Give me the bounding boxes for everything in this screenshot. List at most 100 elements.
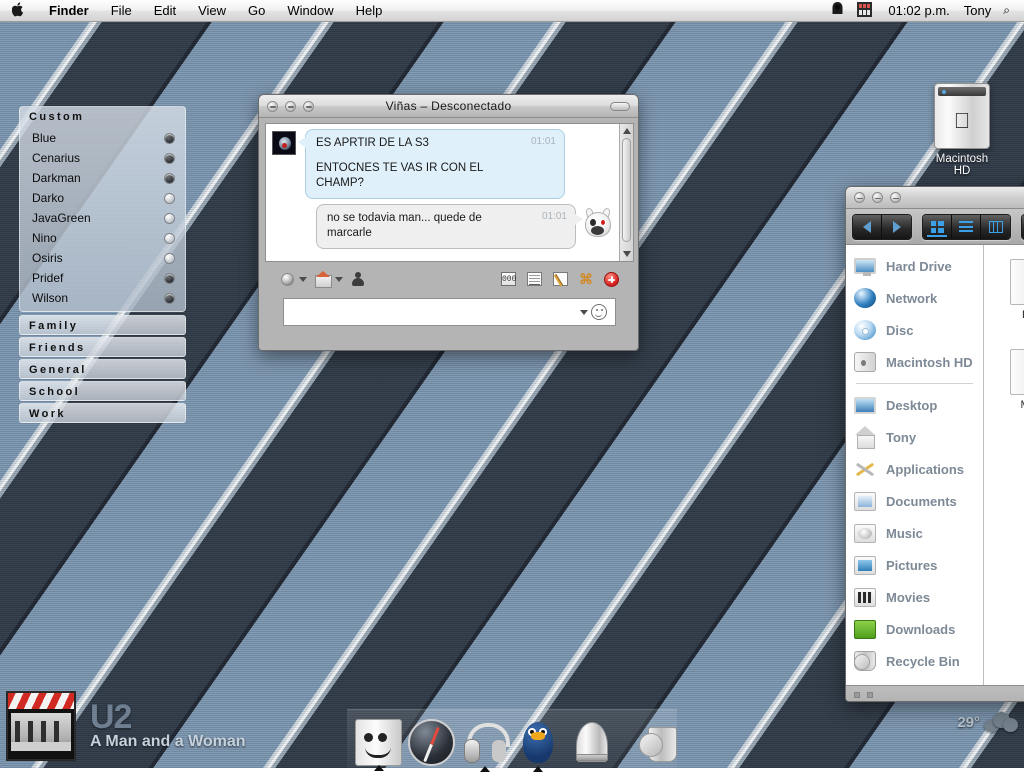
menu-item-finder[interactable]: Finder	[38, 2, 100, 20]
buddy-row[interactable]: JavaGreen	[20, 208, 185, 228]
buddy-row[interactable]: Osiris	[20, 248, 185, 268]
grid-app-menu-icon[interactable]	[857, 2, 872, 20]
sidebar-item-recycle-bin[interactable]: Recycle Bin	[846, 645, 983, 677]
sidebar-item-pictures[interactable]: Pictures	[846, 549, 983, 581]
message-line: no se todavia man... quede de marcarle	[327, 211, 522, 241]
finder-window[interactable]: Hard Drive Network Disc Macintosh HD Des…	[845, 186, 1024, 702]
chevron-down-icon[interactable]	[335, 277, 343, 282]
add-red-button[interactable]	[604, 272, 619, 287]
status-dot-icon[interactable]	[281, 273, 294, 286]
back-button[interactable]	[853, 215, 882, 239]
buddy-row[interactable]: Darkman	[20, 168, 185, 188]
sidebar-item-label: Applications	[886, 462, 964, 477]
scroll-up-icon[interactable]	[623, 128, 631, 134]
person-icon[interactable]	[351, 272, 364, 286]
sidebar-item-tony[interactable]: Tony	[846, 421, 983, 453]
chat-input-field[interactable]	[283, 298, 616, 326]
buddy-name: Cenarius	[32, 151, 164, 165]
buddy-group-label-custom[interactable]: Custom	[20, 107, 185, 128]
menu-bar-user[interactable]: Tony	[964, 3, 991, 18]
menu-item-go[interactable]: Go	[237, 2, 276, 20]
house-icon[interactable]	[315, 272, 330, 286]
buddy-group-general[interactable]: General	[19, 359, 186, 379]
toolbar-toggle-button[interactable]	[610, 102, 630, 111]
buddy-row[interactable]: Cenarius	[20, 148, 185, 168]
dock-item-itunes[interactable]	[461, 719, 508, 766]
list-view-button[interactable]	[952, 215, 981, 239]
sidebar-item-downloads[interactable]: Downloads	[846, 613, 983, 645]
hooded-figure-menu-icon[interactable]	[830, 1, 845, 20]
scroll-down-icon[interactable]	[623, 251, 631, 257]
buddy-status-dot	[164, 173, 175, 184]
buddy-group-custom[interactable]: Custom Blue Cenarius Darkman Darko JavaG…	[19, 106, 186, 312]
menu-bar-clock[interactable]: 01:02 p.m.	[888, 3, 949, 18]
menu-item-view[interactable]: View	[187, 2, 237, 20]
cloudy-icon	[984, 712, 1018, 732]
file-item[interactable]: Do	[984, 259, 1024, 321]
finder-titlebar[interactable]	[846, 187, 1024, 209]
buddy-group-school[interactable]: School	[19, 381, 186, 401]
chevron-down-icon[interactable]	[299, 277, 307, 282]
buddy-row[interactable]: Nino	[20, 228, 185, 248]
forward-button[interactable]	[882, 215, 911, 239]
sidebar-item-movies[interactable]: Movies	[846, 581, 983, 613]
document-icon[interactable]	[527, 272, 542, 286]
zoom-button[interactable]	[890, 192, 901, 203]
buddy-group-friends[interactable]: Friends	[19, 337, 186, 357]
dock-item-safari[interactable]	[408, 719, 455, 766]
globe-icon	[854, 288, 876, 308]
smiley-icon[interactable]	[591, 304, 607, 320]
close-button[interactable]	[854, 192, 865, 203]
chat-window[interactable]: Viñas – Desconectado 01:01 ES APRTIR DE …	[258, 94, 639, 351]
minimize-button[interactable]	[872, 192, 883, 203]
weather-widget[interactable]: 29°	[934, 704, 1018, 740]
menu-item-file[interactable]: File	[100, 2, 143, 20]
resize-grip-icon[interactable]	[854, 692, 874, 702]
buddy-row[interactable]: Pridef	[20, 268, 185, 288]
sidebar-item-documents[interactable]: Documents	[846, 485, 983, 517]
chat-scrollbar[interactable]	[619, 124, 633, 261]
sidebar-item-label: Tony	[886, 430, 916, 445]
message-line: ES APRTIR DE LA S3	[316, 136, 511, 151]
buddy-group-work[interactable]: Work	[19, 403, 186, 423]
chevron-down-icon[interactable]	[580, 310, 588, 315]
music-widget[interactable]: U2 A Man and a Woman	[6, 690, 296, 762]
menu-item-window[interactable]: Window	[276, 2, 344, 20]
buddy-name: JavaGreen	[32, 211, 164, 225]
file-item[interactable]: Mis	[984, 349, 1024, 411]
dock-item-mail[interactable]	[567, 719, 614, 766]
blocks-icon[interactable]	[501, 272, 516, 286]
desktop-icon-macintosh-hd[interactable]:  Macintosh HD	[927, 83, 997, 177]
menu-item-help[interactable]: Help	[345, 2, 394, 20]
applications-icon	[854, 459, 876, 479]
navigation-segment	[852, 214, 912, 240]
sidebar-item-applications[interactable]: Applications	[846, 453, 983, 485]
document-file-icon	[1010, 349, 1024, 395]
menu-item-edit[interactable]: Edit	[143, 2, 187, 20]
buddy-group-family[interactable]: Family	[19, 315, 186, 335]
search-icon[interactable]: ⌕	[1003, 3, 1010, 18]
buddy-row[interactable]: Blue	[20, 128, 185, 148]
dock-item-finder[interactable]	[355, 719, 402, 766]
chat-message-area[interactable]: 01:01 ES APRTIR DE LA S3 ENTOCNES TE VAS…	[265, 123, 634, 262]
dock-item-trash[interactable]	[636, 719, 683, 766]
command-key-icon[interactable]: ⌘	[579, 272, 593, 286]
scrollbar-thumb[interactable]	[622, 138, 631, 242]
apple-logo-icon[interactable]	[0, 2, 38, 20]
buddy-row[interactable]: Darko	[20, 188, 185, 208]
buddy-row[interactable]: Wilson	[20, 288, 185, 308]
sidebar-item-desktop[interactable]: Desktop	[846, 389, 983, 421]
sidebar-item-hard-drive[interactable]: Hard Drive	[846, 250, 983, 282]
column-view-button[interactable]	[981, 215, 1010, 239]
finder-file-area[interactable]: Do Mis	[984, 245, 1024, 685]
icon-view-button[interactable]	[923, 215, 952, 239]
avatar	[583, 206, 613, 240]
dock-item-messenger[interactable]	[514, 719, 561, 766]
sidebar-item-network[interactable]: Network	[846, 282, 983, 314]
chat-window-titlebar[interactable]: Viñas – Desconectado	[259, 95, 638, 118]
notepad-pencil-icon[interactable]	[553, 272, 568, 286]
sidebar-item-music[interactable]: Music	[846, 517, 983, 549]
desktop-icon-label: Macintosh HD	[927, 153, 997, 177]
sidebar-item-disc[interactable]: Disc	[846, 314, 983, 346]
sidebar-item-macintosh-hd[interactable]: Macintosh HD	[846, 346, 983, 378]
